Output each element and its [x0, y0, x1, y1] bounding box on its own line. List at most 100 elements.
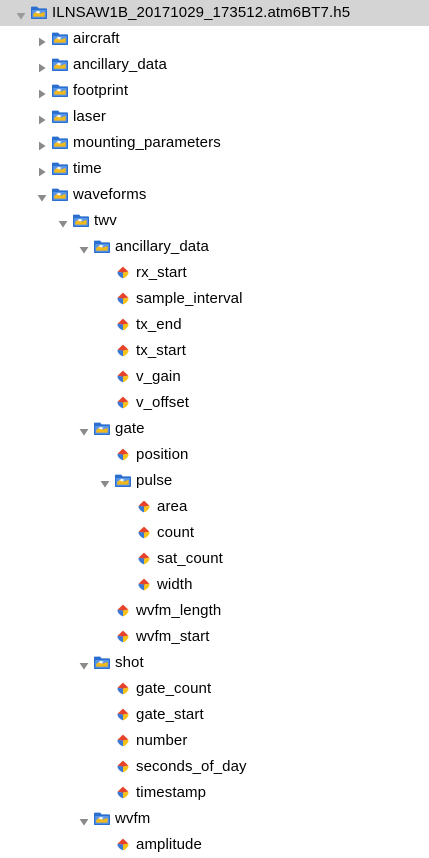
tree-row-label: time	[73, 160, 102, 177]
dataset-icon	[135, 525, 153, 540]
tree-row-label: tx_start	[136, 342, 186, 359]
tree-row-label: amplitude	[136, 836, 202, 853]
folder-icon	[114, 473, 132, 488]
tree-row-dataset[interactable]: amplitude	[0, 832, 429, 858]
tree-row-dataset[interactable]: area	[0, 494, 429, 520]
tree-row-group[interactable]: pulse	[0, 468, 429, 494]
dataset-icon	[114, 759, 132, 774]
tree-row-group[interactable]: laser	[0, 104, 429, 130]
folder-icon	[51, 31, 69, 46]
tree-row-label: waveforms	[73, 186, 147, 203]
dataset-icon	[114, 629, 132, 644]
tree-row-label: number	[136, 732, 188, 749]
tree-row-dataset[interactable]: v_offset	[0, 390, 429, 416]
tree-row-label: footprint	[73, 82, 129, 99]
tree-row-group[interactable]: mounting_parameters	[0, 130, 429, 156]
tree-row-dataset[interactable]: v_gain	[0, 364, 429, 390]
tree-row-group[interactable]: shot	[0, 650, 429, 676]
tree-row-dataset[interactable]: gate_start	[0, 702, 429, 728]
tree-row-dataset[interactable]: wvfm_length	[0, 598, 429, 624]
tree-row-dataset[interactable]: sat_count	[0, 546, 429, 572]
hdf-file-icon	[30, 5, 48, 20]
disclosure-collapsed-icon[interactable]	[37, 86, 47, 99]
disclosure-collapsed-icon[interactable]	[37, 34, 47, 47]
tree-row-dataset[interactable]: tx_end	[0, 312, 429, 338]
folder-icon	[93, 239, 111, 254]
dataset-icon	[135, 577, 153, 592]
tree-row-label: shot	[115, 654, 144, 671]
dataset-icon	[135, 499, 153, 514]
tree-row-dataset[interactable]: sample_interval	[0, 286, 429, 312]
folder-icon	[51, 83, 69, 98]
disclosure-collapsed-icon[interactable]	[37, 138, 47, 151]
tree-row-group[interactable]: aircraft	[0, 26, 429, 52]
dataset-icon	[114, 317, 132, 332]
tree-row-label: laser	[73, 108, 107, 125]
tree-row-label: position	[136, 446, 189, 463]
tree-row-label: ILNSAW1B_20171029_173512.atm6BT7.h5	[52, 4, 351, 21]
tree-row-label: sample_interval	[136, 290, 243, 307]
disclosure-expanded-icon[interactable]	[79, 814, 89, 826]
dataset-icon	[114, 603, 132, 618]
disclosure-expanded-icon[interactable]	[37, 190, 47, 202]
folder-icon	[51, 57, 69, 72]
tree-row-dataset[interactable]: count	[0, 520, 429, 546]
tree-row-group[interactable]: wvfm	[0, 806, 429, 832]
tree-row-label: width	[157, 576, 193, 593]
tree-row-group[interactable]: waveforms	[0, 182, 429, 208]
tree-row-label: tx_end	[136, 316, 182, 333]
tree-row-label: wvfm_length	[136, 602, 222, 619]
tree-row-dataset[interactable]: width	[0, 572, 429, 598]
tree-row-label: timestamp	[136, 784, 207, 801]
tree-row-group[interactable]: ancillary_data	[0, 234, 429, 260]
tree-row-dataset[interactable]: gate_count	[0, 676, 429, 702]
dataset-icon	[114, 681, 132, 696]
disclosure-collapsed-icon[interactable]	[37, 164, 47, 177]
tree-row-dataset[interactable]: timestamp	[0, 780, 429, 806]
tree-row-dataset[interactable]: tx_start	[0, 338, 429, 364]
tree-row-label: mounting_parameters	[73, 134, 221, 151]
tree-row-dataset[interactable]: seconds_of_day	[0, 754, 429, 780]
dataset-icon	[114, 837, 132, 852]
tree-row-group[interactable]: twv	[0, 208, 429, 234]
disclosure-expanded-icon[interactable]	[16, 8, 26, 20]
tree-row-group[interactable]: gate	[0, 416, 429, 442]
tree-row-label: v_gain	[136, 368, 181, 385]
tree-row-dataset[interactable]: position	[0, 442, 429, 468]
tree-row-label: rx_start	[136, 264, 187, 281]
dataset-icon	[114, 395, 132, 410]
dataset-icon	[114, 785, 132, 800]
tree-row-label: pulse	[136, 472, 173, 489]
tree-row-group[interactable]: ancillary_data	[0, 52, 429, 78]
tree-row-label: gate	[115, 420, 145, 437]
dataset-icon	[114, 369, 132, 384]
folder-icon	[93, 655, 111, 670]
disclosure-collapsed-icon[interactable]	[37, 60, 47, 73]
tree-row-label: twv	[94, 212, 117, 229]
folder-icon	[93, 811, 111, 826]
tree-row-label: area	[157, 498, 188, 515]
folder-icon	[51, 109, 69, 124]
disclosure-expanded-icon[interactable]	[79, 424, 89, 436]
tree-row-dataset[interactable]: rx_start	[0, 260, 429, 286]
disclosure-expanded-icon[interactable]	[58, 216, 68, 228]
hdf-tree-view: ILNSAW1B_20171029_173512.atm6BT7.h5aircr…	[0, 0, 429, 853]
tree-row-dataset[interactable]: wvfm_start	[0, 624, 429, 650]
dataset-icon	[114, 343, 132, 358]
dataset-icon	[114, 707, 132, 722]
disclosure-expanded-icon[interactable]	[79, 658, 89, 670]
tree-row-label: v_offset	[136, 394, 190, 411]
disclosure-expanded-icon[interactable]	[79, 242, 89, 254]
dataset-icon	[114, 291, 132, 306]
folder-icon	[51, 187, 69, 202]
tree-row-group[interactable]: footprint	[0, 78, 429, 104]
tree-row-dataset[interactable]: number	[0, 728, 429, 754]
tree-row-label: gate_count	[136, 680, 212, 697]
disclosure-expanded-icon[interactable]	[100, 476, 110, 488]
tree-row-label: wvfm_start	[136, 628, 210, 645]
disclosure-collapsed-icon[interactable]	[37, 112, 47, 125]
dataset-icon	[114, 733, 132, 748]
tree-row-group[interactable]: time	[0, 156, 429, 182]
folder-icon	[51, 161, 69, 176]
tree-row-file[interactable]: ILNSAW1B_20171029_173512.atm6BT7.h5	[0, 0, 429, 26]
